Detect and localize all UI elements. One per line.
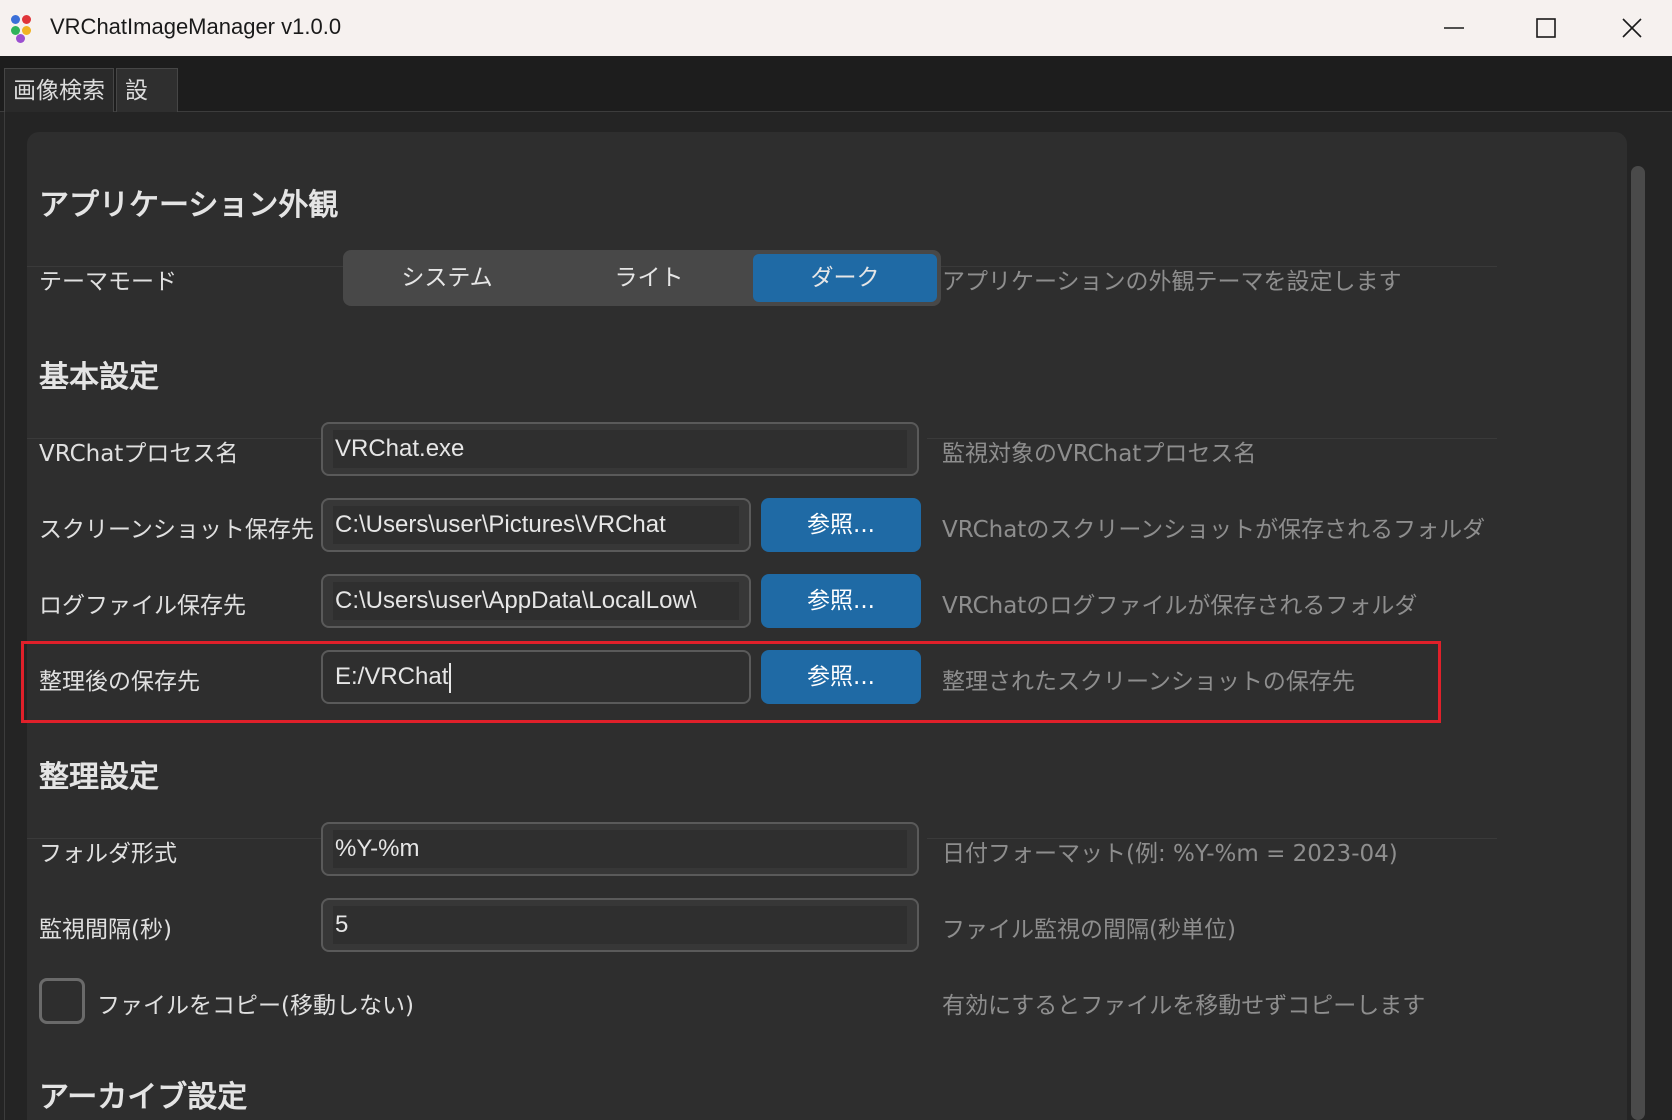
process-name-value: VRChat.exe — [333, 430, 907, 468]
interval-description: ファイル監視の間隔(秒単位) — [942, 910, 1236, 944]
settings-frame: アプリケーション外観 テーマモード システム ライト ダーク アプリケーションの… — [4, 112, 1672, 1120]
copy-files-checkbox[interactable] — [39, 978, 85, 1024]
theme-option-light[interactable]: ライト — [551, 254, 747, 302]
vertical-scrollbar[interactable] — [1631, 166, 1645, 1120]
process-name-label: VRChatプロセス名 — [39, 434, 238, 468]
section-title-basic: 基本設定 — [39, 352, 159, 396]
maximize-icon — [1535, 17, 1557, 39]
folder-format-value: %Y-%m — [333, 830, 907, 868]
close-button[interactable] — [1592, 0, 1672, 56]
section-title-archive: アーカイブ設定 — [39, 1072, 247, 1116]
screenshot-dir-label: スクリーンショット保存先 — [39, 510, 314, 544]
settings-panel: アプリケーション外観 テーマモード システム ライト ダーク アプリケーションの… — [27, 132, 1627, 1120]
theme-mode-selector: システム ライト ダーク — [343, 250, 941, 306]
section-title-organize: 整理設定 — [39, 752, 159, 796]
copy-files-description: 有効にするとファイルを移動せずコピーします — [942, 986, 1425, 1020]
interval-input[interactable]: 5 — [321, 898, 919, 952]
tab-bar: 画像検索 設定 — [0, 56, 1672, 112]
maximize-button[interactable] — [1500, 0, 1592, 56]
app-logo-icon — [8, 12, 40, 44]
tab-image-search[interactable]: 画像検索 — [4, 68, 114, 112]
theme-mode-label: テーマモード — [39, 262, 177, 296]
copy-files-label[interactable]: ファイルをコピー(移動しない) — [97, 986, 414, 1020]
screenshot-dir-input[interactable]: C:\Users\user\Pictures\VRChat — [321, 498, 751, 552]
log-dir-browse-button[interactable]: 参照... — [761, 574, 921, 628]
folder-format-description: 日付フォーマット(例: %Y-%m = 2023-04) — [942, 834, 1398, 868]
minimize-button[interactable] — [1408, 0, 1500, 56]
screenshot-dir-browse-button[interactable]: 参照... — [761, 498, 921, 552]
process-name-input[interactable]: VRChat.exe — [321, 422, 919, 476]
log-dir-description: VRChatのログファイルが保存されるフォルダ — [942, 586, 1417, 620]
process-name-description: 監視対象のVRChatプロセス名 — [942, 434, 1256, 468]
interval-label: 監視間隔(秒) — [39, 910, 172, 944]
screenshot-dir-description: VRChatのスクリーンショットが保存されるフォルダ — [942, 510, 1485, 544]
folder-format-input[interactable]: %Y-%m — [321, 822, 919, 876]
tab-settings[interactable]: 設定 — [116, 68, 178, 112]
window-title: VRChatImageManager v1.0.0 — [50, 14, 341, 40]
screenshot-dir-value: C:\Users\user\Pictures\VRChat — [333, 506, 739, 544]
log-dir-value: C:\Users\user\AppData\LocalLow\ — [333, 582, 739, 620]
log-dir-label: ログファイル保存先 — [39, 586, 246, 620]
theme-option-system[interactable]: システム — [347, 254, 547, 302]
section-title-appearance: アプリケーション外観 — [39, 180, 338, 224]
minimize-icon — [1443, 17, 1465, 39]
theme-option-dark[interactable]: ダーク — [753, 254, 937, 302]
folder-format-label: フォルダ形式 — [39, 834, 177, 868]
interval-value: 5 — [333, 906, 907, 944]
title-bar: VRChatImageManager v1.0.0 — [0, 0, 1672, 56]
close-icon — [1621, 17, 1643, 39]
theme-mode-description: アプリケーションの外観テーマを設定します — [942, 262, 1402, 296]
highlight-box — [21, 641, 1441, 723]
log-dir-input[interactable]: C:\Users\user\AppData\LocalLow\ — [321, 574, 751, 628]
